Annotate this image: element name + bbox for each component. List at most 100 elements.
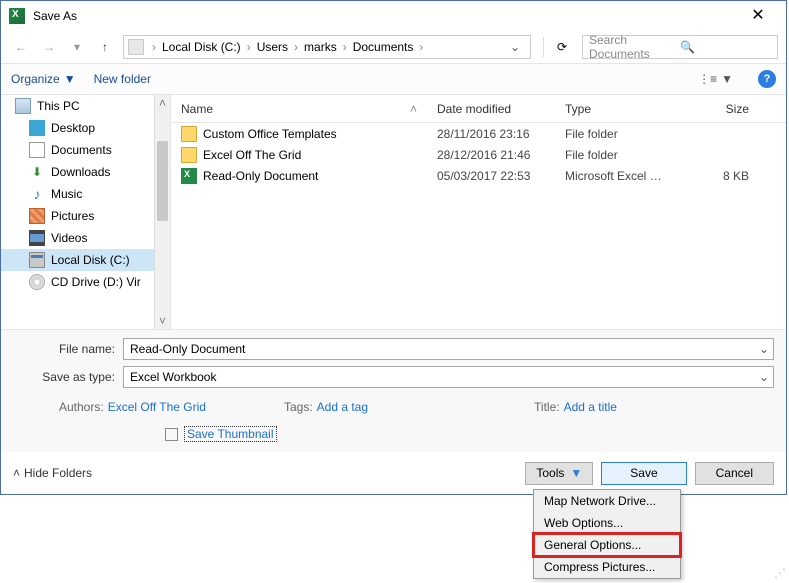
nav-tree: This PCDesktop Documents Downloads Music Pic…: [1, 95, 171, 329]
file-type: Microsoft Excel W...: [555, 169, 679, 183]
drive-icon: [128, 39, 144, 55]
save-thumbnail-label[interactable]: Save Thumbnail: [184, 426, 277, 442]
scroll-down-icon[interactable]: ˅: [155, 313, 170, 329]
sidebar-item-label: CD Drive (D:) Vir: [51, 275, 141, 289]
column-headers: Name ˄ Date modified Type Size: [171, 95, 786, 123]
file-row[interactable]: Read-Only Document 05/03/2017 22:53Micros…: [171, 165, 786, 186]
chevron-down-icon: ▼: [64, 72, 76, 86]
separator: [543, 37, 544, 57]
save-thumbnail-checkbox[interactable]: [165, 428, 178, 441]
filename-input[interactable]: Read-Only Document ⌄: [123, 338, 774, 360]
doc-icon: [29, 142, 45, 158]
sidebar-item-label: Documents: [51, 143, 112, 157]
chevron-right-icon: ›: [343, 40, 347, 54]
search-placeholder: Search Documents: [589, 33, 680, 61]
close-button[interactable]: ✕: [738, 7, 778, 25]
title-label: Title:: [534, 400, 560, 414]
sidebar-item[interactable]: This PC: [1, 95, 170, 117]
folder-icon: [181, 126, 197, 142]
tools-menu-item[interactable]: Web Options...: [534, 512, 680, 534]
down-icon: [29, 164, 45, 180]
up-button[interactable]: ↑: [93, 35, 117, 59]
sidebar-item-label: Music: [51, 187, 82, 201]
organize-label: Organize: [11, 72, 60, 86]
chevron-down-icon[interactable]: ⌄: [759, 370, 769, 384]
sidebar-item[interactable]: Pictures: [1, 205, 170, 227]
dialog-footer: ˄ Hide Folders Tools ▼ Save Cancel ⋰: [1, 452, 786, 494]
chevron-right-icon: ›: [247, 40, 251, 54]
filename-value: Read-Only Document: [130, 342, 245, 356]
form-area: File name: Read-Only Document ⌄ Save as …: [1, 329, 786, 452]
column-name[interactable]: Name ˄: [171, 102, 427, 116]
column-name-label: Name: [181, 102, 213, 116]
breadcrumb-part[interactable]: marks: [302, 40, 339, 54]
sidebar-item[interactable]: Downloads: [1, 161, 170, 183]
command-bar: Organize ▼ New folder ⋮≡ ▼ ?: [1, 63, 786, 95]
hide-folders-label: Hide Folders: [24, 466, 92, 480]
resize-grip[interactable]: ⋰: [774, 566, 786, 580]
sidebar-item[interactable]: Documents: [1, 139, 170, 161]
sort-asc-icon: ˄: [410, 102, 417, 116]
sidebar-item[interactable]: Desktop: [1, 117, 170, 139]
search-input[interactable]: Search Documents 🔍: [582, 35, 778, 59]
sidebar-item[interactable]: Music: [1, 183, 170, 205]
breadcrumb-part[interactable]: Local Disk (C:): [160, 40, 243, 54]
column-date[interactable]: Date modified: [427, 102, 555, 116]
savetype-label: Save as type:: [13, 370, 123, 384]
desk-icon: [29, 120, 45, 136]
file-type: File folder: [555, 127, 679, 141]
column-size[interactable]: Size: [679, 102, 759, 116]
savetype-select[interactable]: Excel Workbook ⌄: [123, 366, 774, 388]
save-button[interactable]: Save: [601, 462, 686, 485]
breadcrumb-part[interactable]: Documents: [351, 40, 416, 54]
sidebar-item-label: Local Disk (C:): [51, 253, 130, 267]
file-date: 28/11/2016 23:16: [427, 127, 555, 141]
forward-button[interactable]: →: [37, 35, 61, 59]
file-date: 05/03/2017 22:53: [427, 169, 555, 183]
file-list: Name ˄ Date modified Type Size Custom Of…: [171, 95, 786, 329]
organize-menu[interactable]: Organize ▼: [11, 72, 76, 86]
file-name: Read-Only Document: [203, 169, 318, 183]
file-name: Custom Office Templates: [203, 127, 337, 141]
hide-folders-button[interactable]: ˄ Hide Folders: [13, 466, 92, 480]
chevron-right-icon: ›: [152, 40, 156, 54]
authors-label: Authors:: [59, 400, 104, 414]
column-type[interactable]: Type: [555, 102, 679, 116]
tools-menu-item[interactable]: General Options...: [534, 534, 680, 556]
sidebar-item[interactable]: Local Disk (C:): [1, 249, 170, 271]
sidebar-item-label: Pictures: [51, 209, 94, 223]
authors-value[interactable]: Excel Off The Grid: [108, 400, 206, 414]
tools-menu-item[interactable]: Compress Pictures...: [534, 556, 680, 578]
title-value[interactable]: Add a title: [564, 400, 617, 414]
file-row[interactable]: Excel Off The Grid28/12/2016 21:46File f…: [171, 144, 786, 165]
scroll-up-icon[interactable]: ˄: [155, 95, 170, 111]
address-dropdown[interactable]: ⌄: [504, 40, 526, 54]
excel-icon: [9, 8, 25, 24]
tools-menu-item[interactable]: Map Network Drive...: [534, 490, 680, 512]
sidebar-item[interactable]: Videos: [1, 227, 170, 249]
file-type: File folder: [555, 148, 679, 162]
nav-bar: ← → ▾ ↑ › Local Disk (C:) › Users › mark…: [1, 31, 786, 63]
filename-label: File name:: [13, 342, 123, 356]
file-row[interactable]: Custom Office Templates 28/11/2016 23:16F…: [171, 123, 786, 144]
scroll-thumb[interactable]: [157, 141, 168, 221]
tools-menu-button[interactable]: Tools ▼: [525, 462, 593, 485]
back-button[interactable]: ←: [9, 35, 33, 59]
excel-icon: [181, 168, 197, 184]
help-button[interactable]: ?: [758, 70, 776, 88]
dialog-title: Save As: [33, 9, 738, 23]
new-folder-button[interactable]: New folder: [94, 72, 151, 86]
view-options-button[interactable]: ⋮≡ ▼: [691, 68, 740, 90]
chevron-down-icon[interactable]: ⌄: [759, 342, 769, 356]
refresh-button[interactable]: ⟳: [550, 35, 574, 59]
chevron-down-icon: ▼: [570, 466, 582, 480]
disk-icon: [29, 252, 45, 268]
pic-icon: [29, 208, 45, 224]
sidebar-scrollbar[interactable]: ˄˅: [154, 95, 170, 329]
breadcrumb-part[interactable]: Users: [255, 40, 290, 54]
address-bar[interactable]: › Local Disk (C:) › Users › marks › Docu…: [123, 35, 531, 59]
tags-value[interactable]: Add a tag: [317, 400, 368, 414]
cancel-button[interactable]: Cancel: [695, 462, 774, 485]
sidebar-item[interactable]: CD Drive (D:) Vir: [1, 271, 170, 293]
recent-locations-dropdown[interactable]: ▾: [65, 35, 89, 59]
